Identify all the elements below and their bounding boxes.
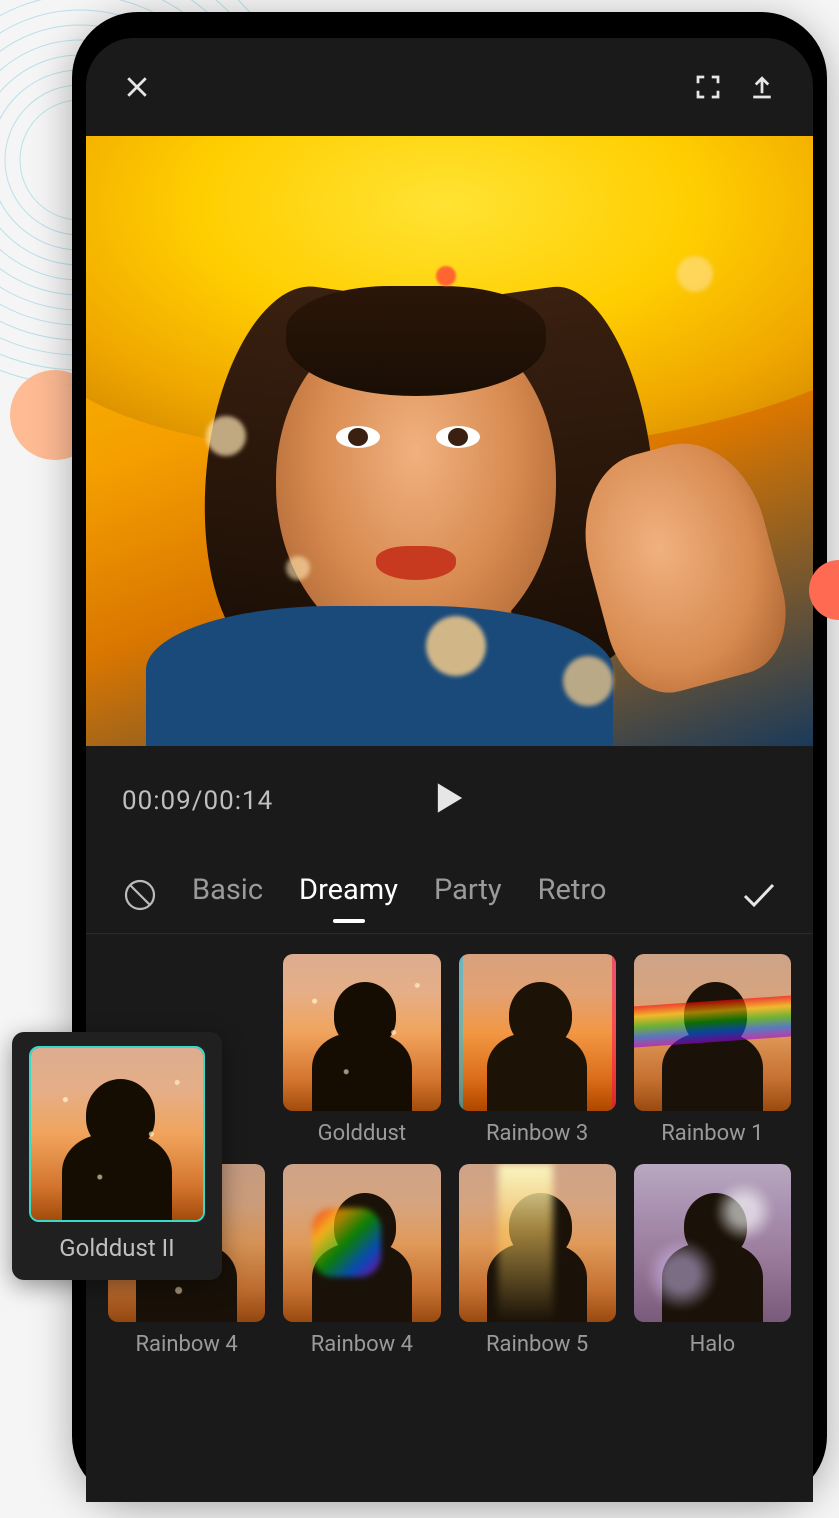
filter-label: Rainbow 1 <box>661 1121 763 1146</box>
confirm-button[interactable] <box>735 881 783 909</box>
filter-label: Rainbow 5 <box>486 1332 588 1357</box>
tab-basic[interactable]: Basic <box>192 873 263 917</box>
playback-bar: 00:09/00:14 <box>86 746 813 856</box>
play-icon <box>435 781 465 815</box>
close-icon <box>122 72 152 102</box>
close-button[interactable] <box>110 60 164 114</box>
filter-thumbnail <box>459 1164 616 1321</box>
selected-filter-card[interactable]: Golddust II <box>12 1032 222 1280</box>
category-tabs: Basic Dreamy Party Retro <box>86 856 813 934</box>
screen: 00:09/00:14 Basic Dreamy Party Retro <box>86 38 813 1502</box>
filter-label: Rainbow 3 <box>486 1121 588 1146</box>
filter-thumbnail <box>283 954 440 1111</box>
play-button[interactable] <box>435 781 465 822</box>
filter-label: Rainbow 4 <box>311 1332 413 1357</box>
export-button[interactable] <box>735 60 789 114</box>
filter-thumbnail <box>634 1164 791 1321</box>
video-preview[interactable] <box>86 136 813 746</box>
filter-thumbnail <box>634 954 791 1111</box>
top-bar <box>86 38 813 136</box>
filter-thumbnail <box>459 954 616 1111</box>
tab-retro[interactable]: Retro <box>538 873 607 917</box>
tabs-list: Basic Dreamy Party Retro <box>182 873 717 917</box>
check-icon <box>741 881 777 909</box>
filter-label: Golddust <box>318 1121 406 1146</box>
filter-rainbow-3[interactable]: Rainbow 3 <box>459 954 616 1146</box>
no-filter-button[interactable] <box>116 877 164 913</box>
filter-thumbnail <box>283 1164 440 1321</box>
tab-dreamy[interactable]: Dreamy <box>299 873 398 917</box>
filter-label: Halo <box>690 1332 736 1357</box>
upload-icon <box>747 72 777 102</box>
selected-filter-thumbnail <box>29 1046 205 1222</box>
time-display: 00:09/00:14 <box>122 786 273 816</box>
filter-golddust[interactable]: Golddust <box>283 954 440 1146</box>
filter-label: Rainbow 4 <box>135 1332 237 1357</box>
filter-rainbow-4b[interactable]: Rainbow 4 <box>283 1164 440 1356</box>
fullscreen-button[interactable] <box>681 60 735 114</box>
filter-rainbow-1[interactable]: Rainbow 1 <box>634 954 791 1146</box>
filter-halo[interactable]: Halo <box>634 1164 791 1356</box>
none-icon <box>122 877 158 913</box>
fullscreen-icon <box>693 72 723 102</box>
tab-party[interactable]: Party <box>434 873 502 917</box>
filter-rainbow-5[interactable]: Rainbow 5 <box>459 1164 616 1356</box>
selected-filter-label: Golddust II <box>59 1234 174 1262</box>
